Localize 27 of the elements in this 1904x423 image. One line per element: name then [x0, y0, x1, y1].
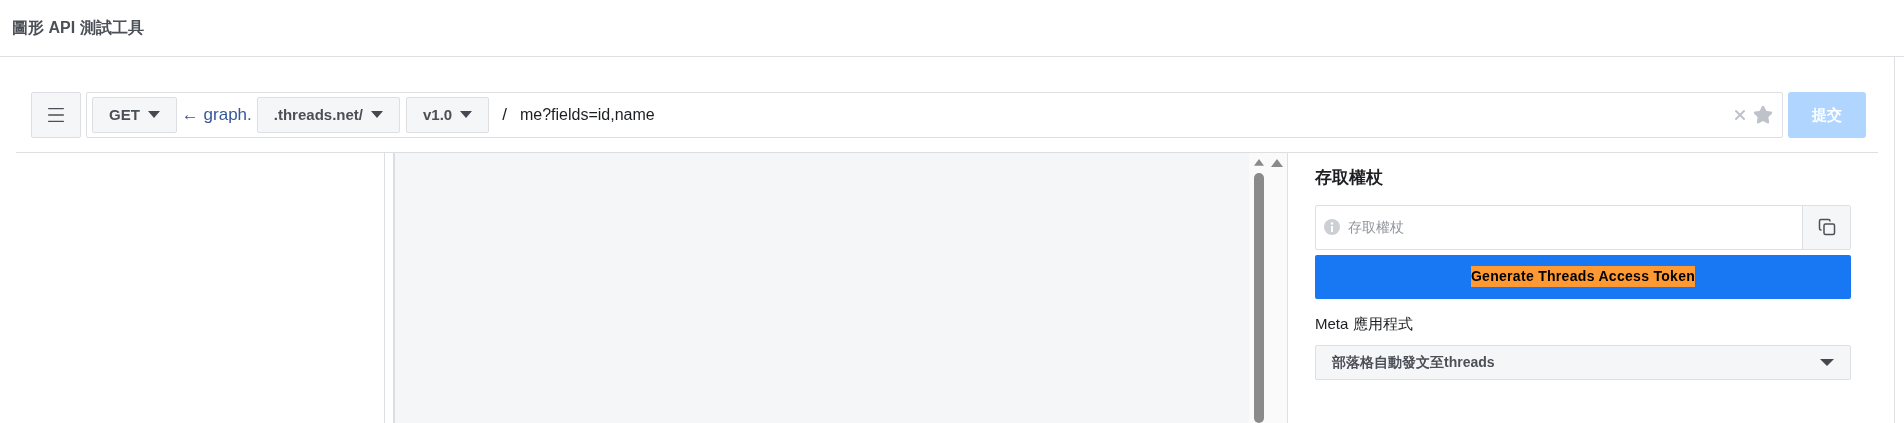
- token-field[interactable]: 存取權杖: [1315, 204, 1851, 250]
- star-icon[interactable]: [1753, 105, 1773, 125]
- info-icon: [1324, 219, 1340, 235]
- caret-icon: [460, 111, 473, 119]
- caret-icon: [370, 111, 383, 119]
- copy-button[interactable]: [1802, 205, 1850, 249]
- version-dropdown[interactable]: v1.0: [405, 97, 490, 133]
- generate-token-button[interactable]: Generate Threads Access Token: [1315, 254, 1851, 299]
- caret-icon: [1820, 358, 1834, 367]
- method-dropdown[interactable]: GET: [92, 97, 177, 133]
- path-separator: /: [502, 104, 507, 127]
- domain-dropdown[interactable]: .threads.net/: [256, 97, 400, 133]
- menu-button[interactable]: [31, 92, 81, 138]
- scroll-up-icon[interactable]: [1271, 159, 1283, 168]
- app-dropdown[interactable]: 部落格自動發文至threads: [1315, 345, 1851, 380]
- copy-icon: [1817, 218, 1836, 236]
- scroll-up-icon[interactable]: [1253, 159, 1265, 167]
- clear-icon[interactable]: [1732, 107, 1748, 123]
- url-bar[interactable]: GET ← graph. .threads.net/ v1.0 / me?fields=id,name: [86, 92, 1783, 138]
- host-prefix: ← graph.: [181, 104, 252, 127]
- path-input[interactable]: me?fields=id,name: [519, 103, 1727, 127]
- caret-icon: [147, 111, 160, 119]
- token-input[interactable]: 存取權杖: [1348, 216, 1794, 238]
- scrollbar-thumb[interactable]: [1254, 172, 1264, 423]
- page-title: 圖形 API 測試工具: [12, 18, 144, 38]
- panel-heading: 存取權杖: [1315, 167, 1384, 189]
- app-label: Meta 應用程式: [1315, 313, 1414, 334]
